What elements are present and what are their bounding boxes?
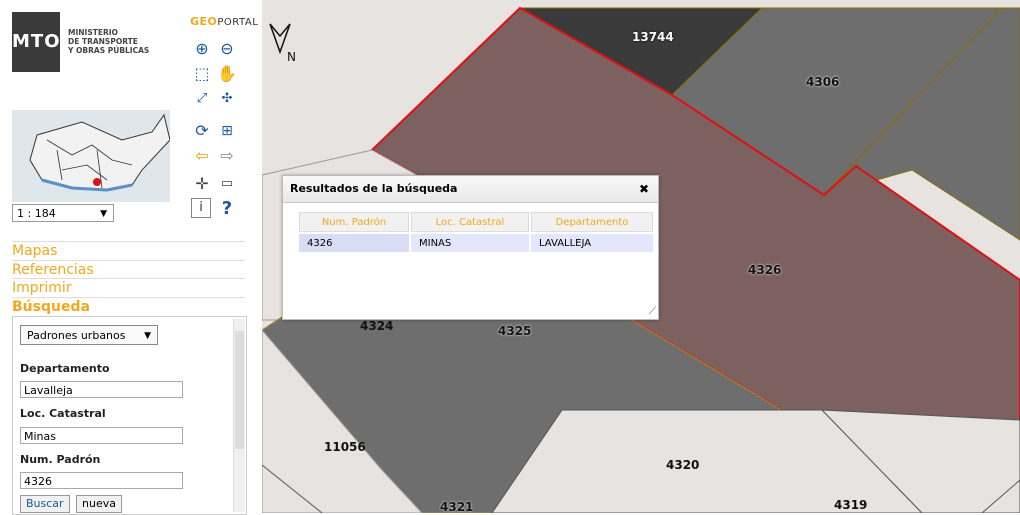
loc-catastral-label: Loc. Catastral <box>20 407 106 420</box>
cell-loc-catastral[interactable]: MINAS <box>411 234 529 252</box>
parcel-label-4306: 4306 <box>806 75 840 89</box>
scrollbar-thumb[interactable] <box>235 331 244 449</box>
next-view-icon[interactable]: ⇨ <box>216 145 238 167</box>
geoportal-logo: GEOPORTAL <box>190 15 259 28</box>
parcel-label-11056: 11056 <box>324 440 366 454</box>
search-type-select[interactable]: Padrones urbanos ▼ <box>20 325 158 345</box>
parcel-label-4319: 4319 <box>834 498 868 512</box>
parcel-label-4321: 4321 <box>440 500 474 513</box>
close-icon[interactable]: ✖ <box>639 176 649 202</box>
chevron-down-icon: ▼ <box>144 331 151 341</box>
measure-icon[interactable]: ▭ <box>216 173 238 195</box>
nueva-button[interactable]: nueva <box>76 495 122 513</box>
ministry-name: MINISTERIO DE TRANSPORTE Y OBRAS PÚBLICA… <box>68 28 150 55</box>
help-icon[interactable]: ? <box>216 198 238 220</box>
resize-handle-icon[interactable]: ⟋ <box>649 306 656 317</box>
buscar-button[interactable]: Buscar <box>20 495 70 513</box>
results-dialog-header[interactable]: Resultados de la búsqueda ✖ <box>283 176 658 203</box>
col-departamento[interactable]: Departamento <box>531 212 653 232</box>
full-extent-icon[interactable]: ⊞ <box>216 120 238 142</box>
results-dialog: Resultados de la búsqueda ✖ Num. Padrón … <box>282 175 659 320</box>
info-icon[interactable]: i <box>191 198 211 218</box>
north-label: N <box>287 50 296 64</box>
num-padron-label: Num. Padrón <box>20 453 101 466</box>
zoom-in-icon[interactable]: ⊕ <box>191 38 213 60</box>
results-table: Num. Padrón Loc. Catastral Departamento … <box>297 210 655 254</box>
cell-num-padron[interactable]: 4326 <box>299 234 409 252</box>
col-num-padron[interactable]: Num. Padrón <box>299 212 409 232</box>
results-title: Resultados de la búsqueda <box>290 182 458 195</box>
left-panel: MTOP MINISTERIO DE TRANSPORTE Y OBRAS PÚ… <box>0 0 262 515</box>
search-scrollbar[interactable] <box>233 319 245 512</box>
loc-catastral-field[interactable]: Minas <box>20 427 183 444</box>
cell-departamento[interactable]: LAVALLEJA <box>531 234 653 252</box>
num-padron-field[interactable]: 4326 <box>20 472 183 489</box>
mtop-logo: MTOP <box>12 12 74 72</box>
menu-imprimir[interactable]: Imprimir <box>12 278 245 297</box>
parcel-label-4326: 4326 <box>748 263 782 277</box>
col-loc-catastral[interactable]: Loc. Catastral <box>411 212 529 232</box>
chevron-down-icon: ▼ <box>100 209 107 219</box>
previous-view-icon[interactable]: ⇦ <box>191 145 213 167</box>
zoom-out-icon[interactable]: ⊖ <box>216 38 238 60</box>
parcel-label-4324: 4324 <box>360 319 394 333</box>
scale-select[interactable]: 1 : 184 ▼ <box>12 204 114 222</box>
refresh-icon[interactable]: ⟳ <box>191 120 213 142</box>
crosshair-icon[interactable]: ✛ <box>191 173 213 195</box>
overview-map[interactable] <box>12 110 170 202</box>
parcel-label-4325: 4325 <box>498 324 532 338</box>
results-header-row: Num. Padrón Loc. Catastral Departamento <box>299 212 653 232</box>
pan-hand-icon[interactable]: ✋ <box>216 63 238 85</box>
zoom-box-icon[interactable]: ⬚ <box>191 63 213 85</box>
table-row[interactable]: 4326 MINAS LAVALLEJA <box>299 234 653 252</box>
departamento-field[interactable]: Lavalleja <box>20 381 183 398</box>
overview-map-shape <box>29 113 170 192</box>
parcel-label-13744: 13744 <box>632 30 674 44</box>
zoom-extent-icon[interactable]: ⤢ <box>191 88 213 110</box>
menu-referencias[interactable]: Referencias <box>12 260 245 279</box>
menu-busqueda[interactable]: Búsqueda <box>12 297 245 316</box>
parcel-label-4320: 4320 <box>666 458 700 472</box>
departamento-label: Departamento <box>20 362 110 375</box>
search-panel: Padrones urbanos ▼ Departamento Lavalleja… <box>12 316 247 515</box>
menu-mapas[interactable]: Mapas <box>12 241 245 260</box>
zoom-center-icon[interactable]: ✣ <box>216 88 238 110</box>
